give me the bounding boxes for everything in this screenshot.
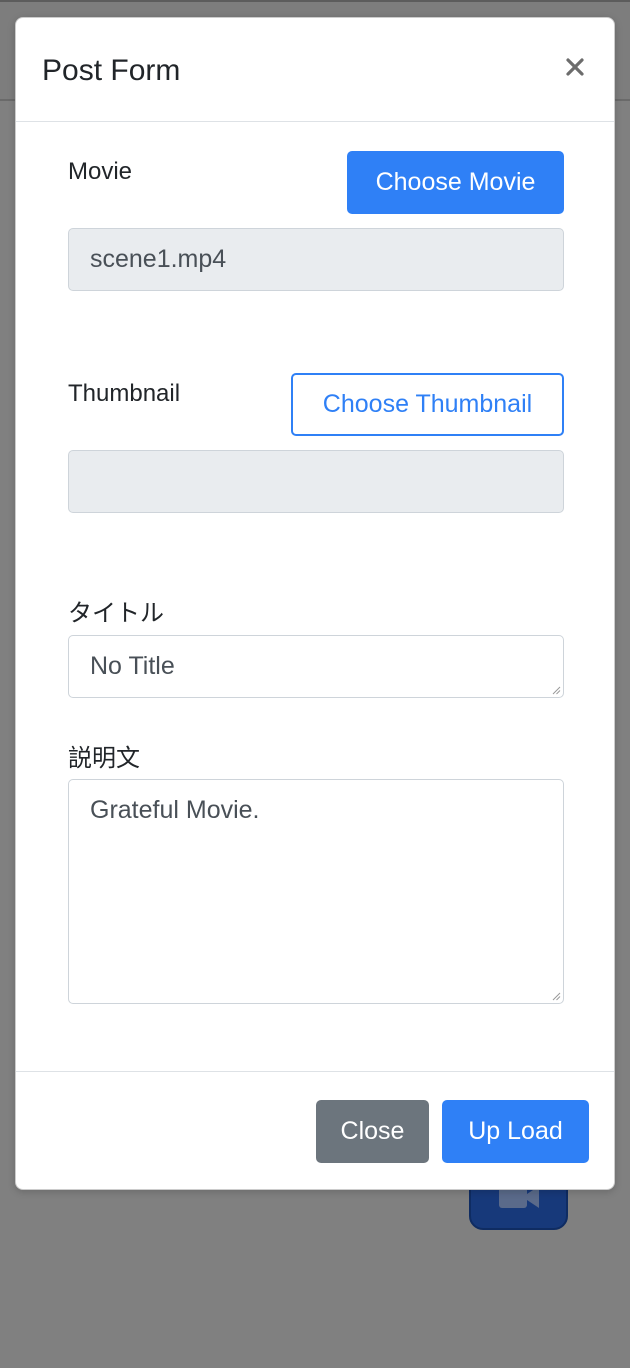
post-form-modal: Post Form Movie Choose Movie scene1.mp4 … xyxy=(15,17,615,1190)
modal-header: Post Form xyxy=(16,18,614,122)
movie-filename-field: scene1.mp4 xyxy=(68,228,564,291)
upload-button[interactable]: Up Load xyxy=(442,1100,589,1163)
thumbnail-label: Thumbnail xyxy=(68,380,181,407)
resize-grip-icon[interactable] xyxy=(551,991,561,1001)
modal-footer: Close Up Load xyxy=(16,1071,614,1189)
choose-thumbnail-button[interactable]: Choose Thumbnail xyxy=(291,373,564,436)
description-textarea[interactable]: Grateful Movie. xyxy=(68,779,564,1004)
modal-title: Post Form xyxy=(42,54,181,87)
movie-label: Movie xyxy=(68,158,133,185)
close-button[interactable]: Close xyxy=(316,1100,429,1163)
title-input-value: No Title xyxy=(90,652,175,680)
thumbnail-filename-field xyxy=(68,450,564,513)
choose-movie-button[interactable]: Choose Movie xyxy=(347,151,564,214)
title-label: タイトル xyxy=(68,600,164,627)
title-input[interactable]: No Title xyxy=(68,635,564,698)
description-textarea-value: Grateful Movie. xyxy=(90,796,260,824)
close-icon[interactable] xyxy=(562,54,588,80)
resize-grip-icon[interactable] xyxy=(551,685,561,695)
description-label: 説明文 xyxy=(68,745,140,772)
